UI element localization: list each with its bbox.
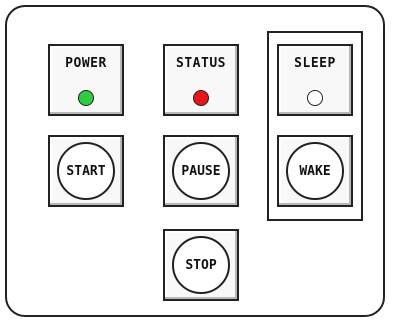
start-button[interactable]: START [57, 142, 115, 200]
wake-button[interactable]: WAKE [286, 142, 344, 200]
power-indicator: POWER [48, 44, 124, 116]
pause-button[interactable]: PAUSE [172, 142, 230, 200]
stop-button[interactable]: STOP [172, 236, 230, 294]
sleep-led-icon [307, 90, 323, 106]
wake-button-frame: WAKE [277, 135, 353, 207]
stop-button-frame: STOP [163, 229, 239, 301]
pause-button-frame: PAUSE [163, 135, 239, 207]
status-label: STATUS [176, 56, 226, 71]
start-button-frame: START [48, 135, 124, 207]
power-label: POWER [65, 56, 107, 71]
sleep-label: SLEEP [294, 56, 336, 71]
status-led-icon [193, 90, 209, 106]
power-led-icon [78, 90, 94, 106]
sleep-indicator: SLEEP [277, 44, 353, 116]
status-indicator: STATUS [163, 44, 239, 116]
